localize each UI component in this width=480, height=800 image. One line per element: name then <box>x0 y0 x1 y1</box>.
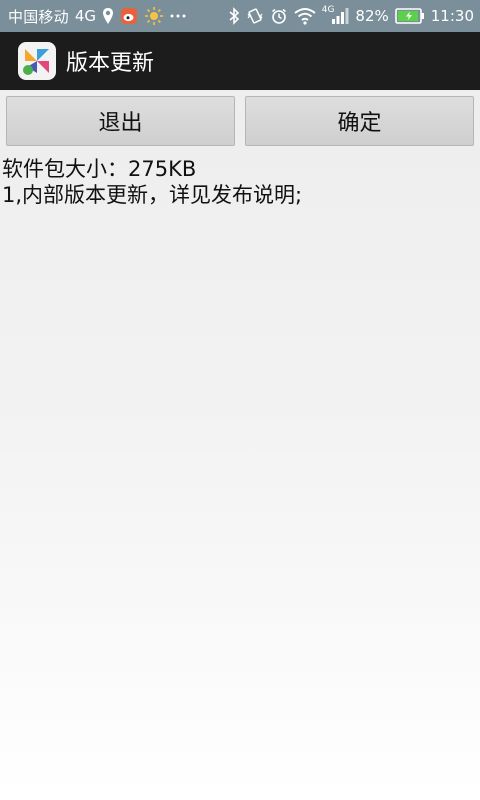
clock-time: 11:30 <box>430 7 474 25</box>
sun-icon <box>144 6 164 26</box>
status-left: 中国移动 4G <box>8 6 186 27</box>
battery-icon <box>394 6 425 26</box>
weibo-icon <box>120 6 138 26</box>
page-title: 版本更新 <box>66 51 155 76</box>
release-notes-text: 1,内部版本更新，详见发布说明; <box>2 183 303 207</box>
wifi-icon <box>294 6 316 26</box>
location-icon <box>102 6 114 26</box>
bluetooth-icon <box>228 6 240 26</box>
app-logo-icon <box>18 42 56 80</box>
confirm-button[interactable]: 确定 <box>245 96 474 146</box>
more-dots-icon <box>170 6 186 26</box>
carrier-name: 中国移动 <box>8 7 69 26</box>
alarm-icon <box>270 6 288 26</box>
vibrate-icon <box>246 6 264 26</box>
button-row: 退出 确定 <box>0 94 480 150</box>
status-bar: 中国移动 4G 4G 82% 11:30 <box>0 0 480 32</box>
signal-icon: 4G <box>321 5 350 26</box>
update-info: 软件包大小：275KB 1,内部版本更新，详见发布说明; <box>2 156 302 208</box>
network-type: 4G <box>74 7 96 25</box>
package-size-text: 软件包大小：275KB <box>2 157 197 181</box>
action-bar: 版本更新 <box>0 32 480 90</box>
status-right: 4G 82% 11:30 <box>228 5 474 26</box>
exit-button[interactable]: 退出 <box>6 96 235 146</box>
battery-percent: 82% <box>355 7 389 25</box>
network-badge: 4G <box>321 5 335 15</box>
